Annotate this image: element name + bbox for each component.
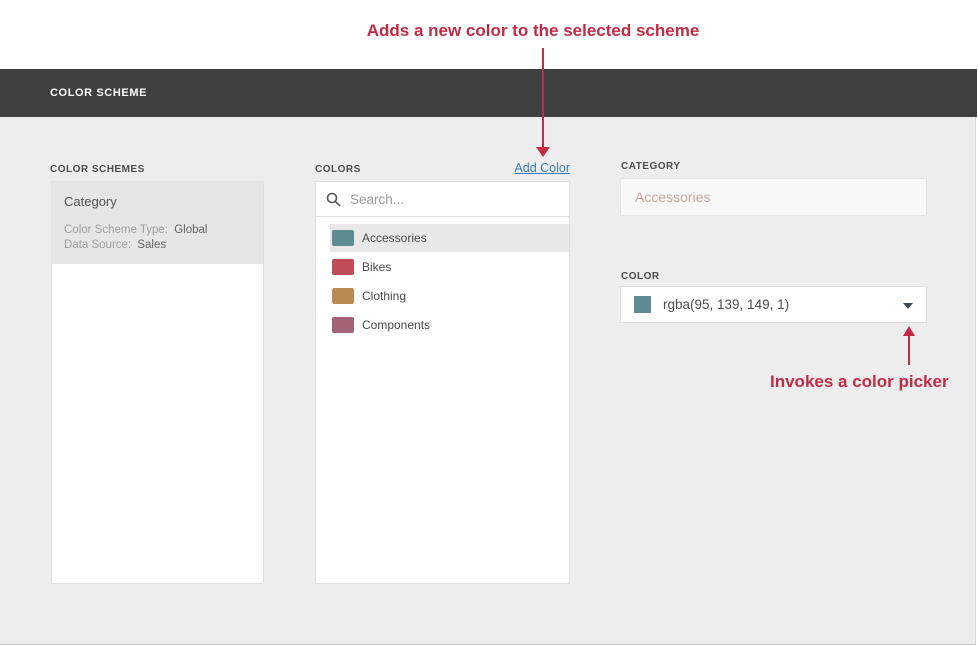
data-source-label: Data Source: — [64, 239, 131, 251]
scheme-list-item[interactable]: Category Color Scheme Type: Global Data … — [52, 182, 263, 264]
color-list: Accessories Bikes Clothing Components — [316, 217, 569, 339]
color-list-item-clothing[interactable]: Clothing — [330, 282, 569, 310]
color-swatch — [332, 317, 354, 333]
color-search-row — [316, 182, 569, 217]
category-field-label: CATEGORY — [621, 161, 681, 172]
scheme-type-label: Color Scheme Type: — [64, 224, 168, 236]
color-list-item-bikes[interactable]: Bikes — [330, 253, 569, 281]
color-item-label: Bikes — [362, 260, 391, 274]
scheme-type-value: Global — [174, 224, 207, 236]
color-item-label: Clothing — [362, 289, 406, 303]
annotation-color-picker: Invokes a color picker — [770, 372, 949, 392]
arrow-up-shaft — [908, 335, 910, 365]
arrow-down-shaft — [542, 48, 544, 148]
arrow-down-icon — [536, 147, 550, 157]
color-swatch — [332, 230, 354, 246]
annotation-add-color: Adds a new color to the selected scheme — [367, 21, 700, 41]
color-item-label: Components — [362, 318, 430, 332]
color-list-item-components[interactable]: Components — [330, 311, 569, 339]
scheme-item-title: Category — [64, 194, 251, 209]
color-search-input[interactable] — [350, 192, 550, 207]
search-icon — [326, 192, 341, 207]
color-scheme-dialog: Adds a new color to the selected scheme … — [0, 0, 978, 646]
colors-list-panel: Accessories Bikes Clothing Components — [315, 181, 570, 584]
color-swatch — [332, 288, 354, 304]
category-input[interactable] — [620, 178, 927, 216]
color-field-label: COLOR — [621, 271, 660, 282]
selected-color-value: rgba(95, 139, 149, 1) — [663, 297, 789, 312]
dialog-title: COLOR SCHEME — [50, 87, 147, 99]
dialog-header: COLOR SCHEME — [0, 69, 977, 117]
color-swatch — [332, 259, 354, 275]
chevron-down-icon[interactable] — [903, 303, 913, 309]
schemes-section-label: COLOR SCHEMES — [50, 164, 145, 175]
color-item-label: Accessories — [362, 231, 427, 245]
color-dropdown[interactable]: rgba(95, 139, 149, 1) — [620, 286, 927, 323]
color-list-item-accessories[interactable]: Accessories — [330, 224, 569, 252]
selected-color-swatch — [634, 296, 651, 313]
schemes-list: Category Color Scheme Type: Global Data … — [51, 181, 264, 584]
data-source-value: Sales — [137, 239, 166, 251]
add-color-link[interactable]: Add Color — [514, 161, 570, 175]
